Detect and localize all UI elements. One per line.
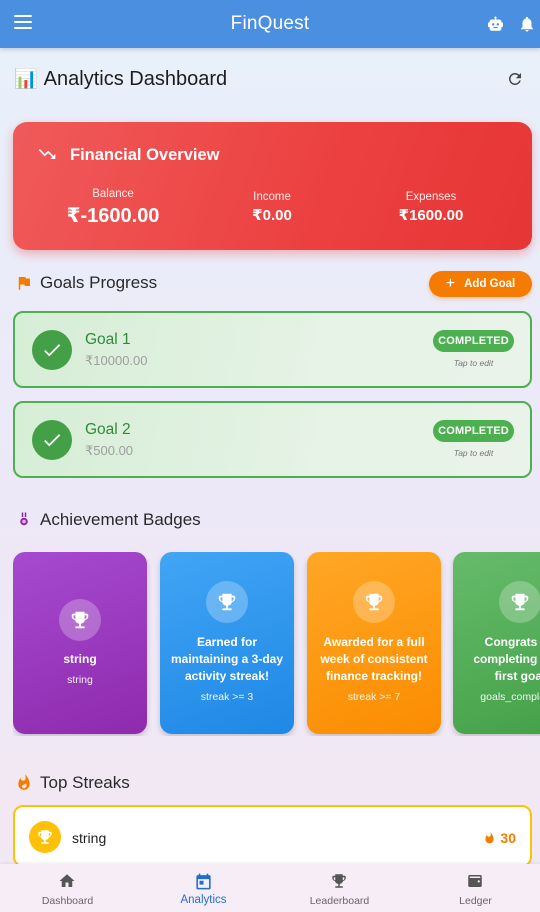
balance-label: Balance bbox=[92, 188, 134, 200]
refresh-icon[interactable] bbox=[506, 70, 524, 88]
check-icon bbox=[32, 330, 72, 370]
overview-title: Financial Overview bbox=[70, 146, 220, 164]
financial-overview-card: Financial Overview Balance ₹-1600.00 Inc… bbox=[13, 122, 532, 250]
expenses-label: Expenses bbox=[405, 191, 457, 203]
badge-title: Earned for maintaining a 3-day activity … bbox=[170, 635, 284, 683]
goal-name: Goal 2 bbox=[85, 421, 131, 438]
tap-hint: Tap to edit bbox=[453, 448, 494, 458]
nav-leaderboard[interactable]: Leaderboard bbox=[272, 864, 407, 912]
trending-down-icon bbox=[38, 149, 56, 159]
nav-label: Analytics bbox=[180, 894, 227, 906]
badge-card[interactable]: Awarded for a full week of consistent fi… bbox=[307, 552, 441, 734]
medal-icon bbox=[20, 512, 28, 526]
nav-analytics[interactable]: Analytics bbox=[136, 864, 271, 912]
add-goal-button[interactable]: + Add Goal bbox=[429, 271, 532, 297]
badge-card[interactable]: string string bbox=[13, 552, 147, 734]
income-label: Income bbox=[253, 191, 291, 203]
badge-criteria: streak >= 7 bbox=[347, 691, 401, 703]
check-icon bbox=[32, 420, 72, 460]
badge-card[interactable]: Congrats on completing your first goal g… bbox=[453, 552, 540, 734]
streak-row[interactable]: string 30 bbox=[13, 805, 532, 867]
goal-card[interactable]: Goal 2 ₹500.00 COMPLETED Tap to edit bbox=[13, 401, 532, 478]
tap-hint: Tap to edit bbox=[453, 358, 494, 368]
badge-title: Congrats on completing your first goal bbox=[473, 635, 540, 683]
fire-icon bbox=[485, 831, 494, 843]
expenses-value: ₹1600.00 bbox=[398, 207, 464, 224]
nav-label: Dashboard bbox=[41, 895, 94, 907]
goal-amount: ₹500.00 bbox=[85, 443, 134, 458]
badge-criteria: streak >= 3 bbox=[200, 691, 254, 703]
streak-user-name: string bbox=[72, 830, 107, 846]
badges-carousel[interactable]: string string Earned for maintaining a 3… bbox=[13, 552, 540, 736]
calendar-icon bbox=[196, 873, 211, 890]
add-goal-label: Add Goal bbox=[464, 278, 516, 290]
home-icon bbox=[59, 874, 75, 887]
trophy-icon bbox=[59, 599, 101, 641]
badges-section-header: Achievement Badges bbox=[15, 510, 201, 530]
menu-icon[interactable] bbox=[14, 15, 32, 29]
income-value: ₹0.00 bbox=[252, 207, 292, 224]
app-bar: FinQuest bbox=[0, 0, 540, 48]
income-stat: Income ₹0.00 bbox=[222, 191, 322, 224]
chart-emoji-icon: 📊 bbox=[14, 69, 38, 90]
goal-card[interactable]: Goal 1 ₹10000.00 COMPLETED Tap to edit bbox=[13, 311, 532, 388]
robot-icon[interactable] bbox=[486, 15, 505, 33]
streak-count-value: 30 bbox=[500, 830, 516, 846]
badge-card[interactable]: Earned for maintaining a 3-day activity … bbox=[160, 552, 294, 734]
status-badge: COMPLETED bbox=[433, 420, 514, 442]
trophy-icon bbox=[29, 821, 61, 853]
nav-label: Ledger bbox=[459, 895, 492, 907]
badge-criteria: goals_completed bbox=[480, 691, 540, 703]
expenses-stat: Expenses ₹1600.00 bbox=[381, 191, 481, 224]
goal-amount: ₹10000.00 bbox=[85, 353, 148, 368]
status-badge: COMPLETED bbox=[433, 330, 514, 352]
fire-icon bbox=[18, 774, 30, 790]
balance-stat: Balance ₹-1600.00 bbox=[63, 188, 163, 228]
wallet-icon bbox=[468, 875, 482, 887]
bell-icon[interactable] bbox=[518, 15, 536, 33]
badge-criteria: string bbox=[67, 674, 93, 686]
badge-title: string bbox=[63, 652, 97, 666]
trophy-icon bbox=[206, 581, 248, 623]
goal-name: Goal 1 bbox=[85, 331, 131, 348]
goals-section-header: Goals Progress bbox=[15, 273, 157, 293]
page-header: 📊 Analytics Dashboard bbox=[14, 64, 526, 94]
nav-label: Leaderboard bbox=[309, 895, 370, 907]
balance-value: ₹-1600.00 bbox=[66, 205, 160, 227]
streaks-title: Top Streaks bbox=[40, 773, 130, 792]
plus-icon: + bbox=[445, 275, 456, 292]
badges-title: Achievement Badges bbox=[40, 510, 201, 529]
trophy-icon bbox=[499, 581, 540, 623]
streaks-section-header: Top Streaks bbox=[15, 773, 130, 793]
nav-ledger[interactable]: Ledger bbox=[408, 864, 540, 912]
trophy-icon bbox=[353, 581, 395, 623]
nav-dashboard[interactable]: Dashboard bbox=[0, 864, 135, 912]
badge-title: Awarded for a full week of consistent fi… bbox=[320, 635, 428, 683]
streak-count: 30 bbox=[483, 830, 516, 846]
app-title: FinQuest bbox=[230, 13, 310, 34]
bottom-navigation: Dashboard Analytics Leaderboard Ledger bbox=[0, 864, 540, 912]
trophy-icon bbox=[332, 874, 346, 888]
goals-title: Goals Progress bbox=[40, 273, 158, 292]
flag-icon bbox=[18, 277, 30, 290]
page-title: Analytics Dashboard bbox=[43, 67, 228, 90]
